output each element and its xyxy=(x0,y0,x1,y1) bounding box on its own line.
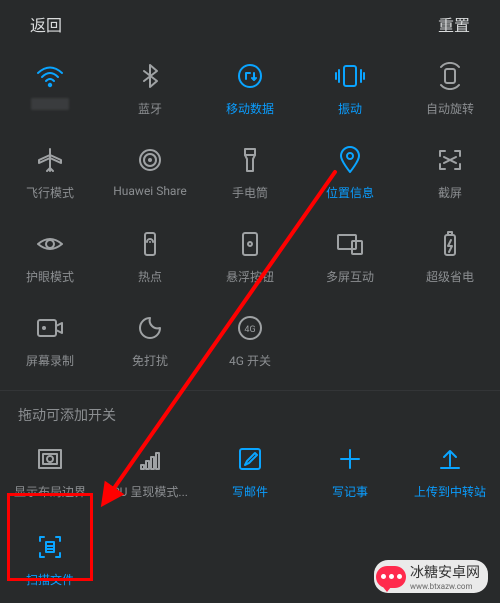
tile-label: 扫描文件 xyxy=(26,571,74,588)
tile-mobile-data[interactable]: 移动数据 xyxy=(200,48,300,132)
mobile-data-icon xyxy=(236,58,264,94)
tile-scan-document[interactable]: 扫描文件 xyxy=(0,519,100,603)
tile-label: 飞行模式 xyxy=(26,184,74,201)
tile-write-mail[interactable]: 写邮件 xyxy=(200,431,300,515)
reset-button[interactable]: 重置 xyxy=(438,12,470,36)
scan-icon xyxy=(36,529,64,565)
watermark-url: www.btxazw.com xyxy=(410,582,480,591)
tile-label: 自动旋转 xyxy=(426,100,474,117)
tile-label: 写记事 xyxy=(332,483,368,500)
wifi-icon xyxy=(35,58,65,94)
tile-label: 手电筒 xyxy=(232,184,268,201)
tile-upload-transfer[interactable]: 上传到中转站 xyxy=(400,431,500,515)
tile-bluetooth[interactable]: 蓝牙 xyxy=(100,48,200,132)
tile-floating-button[interactable]: 悬浮按钮 xyxy=(200,216,300,300)
tile-blank2 xyxy=(400,300,500,384)
tile-label: 免打扰 xyxy=(132,352,168,369)
mail-icon xyxy=(237,441,263,477)
screenshot-icon xyxy=(436,142,464,178)
tile-airplane-mode[interactable]: 飞行模式 xyxy=(0,132,100,216)
tile-label: 4G 开关 xyxy=(229,352,271,369)
location-icon xyxy=(339,142,361,178)
tile-label: PU 呈现模式... xyxy=(112,483,188,500)
bluetooth-icon xyxy=(140,58,160,94)
tile-blank1 xyxy=(300,300,400,384)
svg-text:4G: 4G xyxy=(244,325,255,335)
tile-label: 位置信息 xyxy=(326,184,374,201)
tile-location[interactable]: 位置信息 xyxy=(300,132,400,216)
vibrate-icon xyxy=(333,58,367,94)
wifi-ssid-placeholder xyxy=(31,98,69,110)
record-icon xyxy=(35,310,65,346)
flashlight-icon xyxy=(240,142,260,178)
tile-label: 截屏 xyxy=(438,184,462,201)
tile-label: 写邮件 xyxy=(232,483,268,500)
tile-4g-switch[interactable]: 4G 4G 开关 xyxy=(200,300,300,384)
upload-icon xyxy=(437,441,463,477)
tile-label: 显示布局边界 xyxy=(14,483,86,500)
tile-label: 超级省电 xyxy=(426,268,474,285)
tile-label: 蓝牙 xyxy=(138,100,162,117)
drag-hint-label: 拖动可添加开关 xyxy=(0,391,500,431)
4g-icon: 4G xyxy=(236,310,264,346)
tile-multiscreen[interactable]: 多屏互动 xyxy=(300,216,400,300)
battery-icon xyxy=(440,226,460,262)
tile-write-note[interactable]: 写记事 xyxy=(300,431,400,515)
watermark-logo: 冰糖安卓网 www.btxazw.com xyxy=(374,560,488,593)
tile-label: 移动数据 xyxy=(226,100,274,117)
plus-icon xyxy=(337,441,363,477)
tile-label: 上传到中转站 xyxy=(414,483,486,500)
tile-wifi[interactable] xyxy=(0,48,100,132)
tile-label: Huawei Share xyxy=(113,184,187,198)
tile-label: 护眼模式 xyxy=(26,268,74,285)
top-bar: 返回 重置 xyxy=(0,0,500,48)
tile-auto-rotate[interactable]: 自动旋转 xyxy=(400,48,500,132)
tile-label: 热点 xyxy=(138,268,162,285)
tile-label: 振动 xyxy=(338,100,362,117)
tile-huawei-share[interactable]: Huawei Share xyxy=(100,132,200,216)
layout-icon xyxy=(36,441,64,477)
eye-icon xyxy=(35,226,65,262)
tile-screenshot[interactable]: 截屏 xyxy=(400,132,500,216)
float-icon xyxy=(239,226,261,262)
tile-label: 多屏互动 xyxy=(326,268,374,285)
multiscreen-icon xyxy=(335,226,365,262)
huawei-share-icon xyxy=(135,142,165,178)
tile-label: 屏幕录制 xyxy=(26,352,74,369)
hotspot-icon xyxy=(140,226,160,262)
back-button[interactable]: 返回 xyxy=(30,12,62,36)
tile-ultra-power-saving[interactable]: 超级省电 xyxy=(400,216,500,300)
tile-hotspot[interactable]: 热点 xyxy=(100,216,200,300)
quick-settings-grid: 蓝牙 移动数据 振动 自动旋转飞行模式 Huawei Share 手电筒 位置信息 截屏护眼模… xyxy=(0,48,500,384)
tile-label: 悬浮按钮 xyxy=(226,268,274,285)
plane-icon xyxy=(36,142,64,178)
tile-show-layout-bounds[interactable]: 显示布局边界 xyxy=(0,431,100,515)
watermark-text: 冰糖安卓网 xyxy=(410,562,480,582)
tile-gpu-render-mode[interactable]: PU 呈现模式... xyxy=(100,431,200,515)
tile-flashlight[interactable]: 手电筒 xyxy=(200,132,300,216)
dnd-icon xyxy=(137,310,163,346)
tile-screen-record[interactable]: 屏幕录制 xyxy=(0,300,100,384)
tile-eye-comfort[interactable]: 护眼模式 xyxy=(0,216,100,300)
gpu-icon xyxy=(136,441,164,477)
rotate-icon xyxy=(436,58,464,94)
tile-vibrate[interactable]: 振动 xyxy=(300,48,400,132)
extra-tiles-row: 显示布局边界 PU 呈现模式... 写邮件 写记事 上传到中转站 xyxy=(0,431,500,515)
tile-do-not-disturb[interactable]: 免打扰 xyxy=(100,300,200,384)
